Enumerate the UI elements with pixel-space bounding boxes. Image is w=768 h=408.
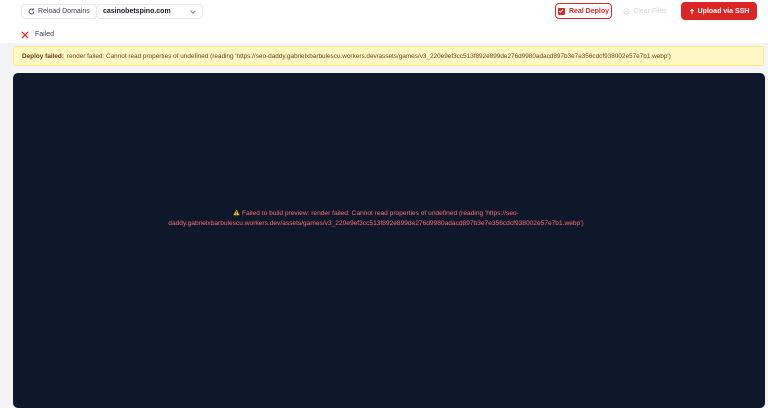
real-deploy-toggle[interactable]: Real Deploy [555, 3, 612, 19]
reload-domains-button[interactable]: Reload Domains [21, 4, 97, 19]
real-deploy-label: Real Deploy [568, 7, 610, 15]
preview-error-line-1: Failed to build preview: render failed: … [241, 210, 519, 217]
top-toolbar: Reload Domains casinobetspino.com Real D… [0, 0, 768, 26]
preview-pane [13, 73, 765, 408]
banner-message: render failed: Cannot read properties of… [66, 52, 671, 60]
close-icon [21, 31, 29, 38]
domain-select-value: casinobetspino.com [103, 8, 171, 15]
status-label: Failed [35, 31, 55, 38]
domain-select[interactable]: casinobetspino.com [96, 4, 203, 19]
checkbox-checked-icon[interactable] [557, 7, 565, 15]
reload-domains-label: Reload Domains [38, 8, 90, 15]
deploy-error-banner: Deploy failed: render failed: Cannot rea… [13, 46, 764, 66]
trash-icon [623, 7, 630, 15]
chevron-down-icon [190, 10, 196, 14]
upload-via-ssh-label: Upload via SSH [697, 7, 750, 15]
deploy-status: Failed [0, 26, 768, 43]
preview-error-line-2: daddy.gabrielxbarbulescu.workers.dev/ass… [168, 219, 584, 227]
banner-prefix: Deploy failed: [22, 52, 64, 60]
clear-files-button[interactable]: Clear Files [618, 3, 672, 19]
warning-icon [233, 209, 240, 216]
clear-files-label: Clear Files [633, 7, 667, 15]
refresh-icon [28, 8, 35, 15]
upload-icon [689, 8, 694, 14]
preview-error-message: Failed to build preview: render failed: … [100, 209, 652, 228]
upload-via-ssh-button[interactable]: Upload via SSH [681, 2, 757, 20]
